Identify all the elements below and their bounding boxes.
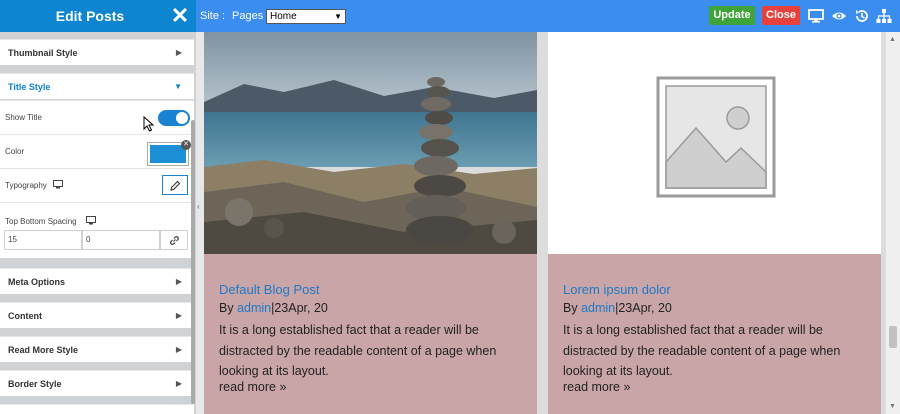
post-meta: By admin|23Apr, 20 xyxy=(563,301,672,315)
section-label: Border Style xyxy=(8,379,62,389)
placeholder-image-icon xyxy=(656,76,776,198)
section-meta-options[interactable]: Meta Options ▶ xyxy=(0,268,194,294)
post-date: |23Apr, 20 xyxy=(615,301,672,315)
panel-header: Edit Posts ✕ xyxy=(0,0,196,32)
post-author-link[interactable]: admin xyxy=(237,301,271,315)
section-read-more-style[interactable]: Read More Style ▶ xyxy=(0,336,194,362)
post-card: Lorem ipsum dolor By admin|23Apr, 20 It … xyxy=(548,32,881,414)
color-row: Color ✕ xyxy=(0,134,194,168)
spacing-label: Top Bottom Spacing xyxy=(5,217,77,226)
edit-panel: Thumbnail Style ▶ Title Style ▼ Show Tit… xyxy=(0,32,196,414)
section-border-style[interactable]: Border Style ▶ xyxy=(0,370,194,396)
site-label: Site : xyxy=(200,10,226,22)
post-title-link[interactable]: Lorem ipsum dolor xyxy=(563,282,671,297)
post-body: Default Blog Post By admin|23Apr, 20 It … xyxy=(204,254,537,414)
desktop-icon[interactable] xyxy=(808,8,824,24)
sitemap-icon[interactable] xyxy=(876,8,892,24)
link-values-button[interactable] xyxy=(160,230,188,250)
post-excerpt: It is a long established fact that a rea… xyxy=(219,323,497,378)
page-scrollbar[interactable]: ▲ ▼ xyxy=(886,32,900,414)
section-content[interactable]: Content ▶ xyxy=(0,302,194,328)
page-preview: Default Blog Post By admin|23Apr, 20 It … xyxy=(204,32,888,414)
mouse-cursor-icon xyxy=(143,116,155,132)
spacing-row: Top Bottom Spacing 15 0 xyxy=(0,202,194,258)
toggle-knob xyxy=(176,112,188,124)
scroll-up-icon[interactable]: ▲ xyxy=(889,36,896,43)
typography-edit-button[interactable] xyxy=(162,175,188,195)
eye-icon[interactable] xyxy=(831,8,847,24)
scrollbar-thumb[interactable] xyxy=(889,326,897,348)
title-style-body: Show Title Color ✕ Typography Top Bottom… xyxy=(0,100,194,258)
close-button[interactable]: Close xyxy=(762,6,800,25)
spacing-top-input[interactable]: 15 xyxy=(4,230,82,250)
show-title-label: Show Title xyxy=(5,113,42,122)
color-label: Color xyxy=(5,147,25,156)
panel-title: Edit Posts xyxy=(55,8,125,24)
read-more-link[interactable]: read more » xyxy=(563,380,630,394)
post-image-landscape[interactable] xyxy=(204,32,537,254)
spacing-bottom-input[interactable]: 0 xyxy=(82,230,160,250)
chevron-right-icon: ▶ xyxy=(175,48,182,57)
panel-scrollbar[interactable] xyxy=(191,120,195,404)
section-thumbnail-style[interactable]: Thumbnail Style ▶ xyxy=(0,39,194,65)
section-label: Title Style xyxy=(8,82,51,92)
chevron-down-icon: ▼ xyxy=(174,82,182,91)
spacing-inputs: 15 0 xyxy=(4,230,188,250)
chevron-right-icon: ▶ xyxy=(175,379,182,388)
post-body: Lorem ipsum dolor By admin|23Apr, 20 It … xyxy=(548,254,881,414)
chevron-right-icon: ▶ xyxy=(175,311,182,320)
post-date: |23Apr, 20 xyxy=(271,301,328,315)
clear-color-icon[interactable]: ✕ xyxy=(181,140,191,150)
scroll-down-icon[interactable]: ▼ xyxy=(889,403,896,410)
section-label: Content xyxy=(8,311,42,321)
show-title-row: Show Title xyxy=(0,100,194,134)
typography-row: Typography xyxy=(0,168,194,202)
section-label: Meta Options xyxy=(8,277,66,287)
meta-by: By xyxy=(563,301,582,315)
chevron-left-icon: ‹ xyxy=(197,202,200,211)
panel-collapse-handle[interactable]: ‹ xyxy=(196,32,204,414)
pages-select-value: Home xyxy=(270,11,297,22)
post-meta: By admin|23Apr, 20 xyxy=(219,301,328,315)
post-image-placeholder[interactable] xyxy=(548,32,881,254)
post-card: Default Blog Post By admin|23Apr, 20 It … xyxy=(204,32,537,414)
section-more[interactable] xyxy=(0,404,194,414)
section-title-style[interactable]: Title Style ▼ xyxy=(0,73,194,99)
chevron-right-icon: ▶ xyxy=(175,277,182,286)
meta-by: By xyxy=(219,301,238,315)
chevron-down-icon: ▼ xyxy=(334,12,342,21)
link-icon xyxy=(170,236,179,245)
update-button[interactable]: Update xyxy=(709,6,755,25)
landscape-image xyxy=(204,32,537,254)
read-more-link[interactable]: read more » xyxy=(219,380,286,394)
close-panel-icon[interactable]: ✕ xyxy=(168,4,192,28)
section-label: Thumbnail Style xyxy=(8,48,78,58)
pencil-icon xyxy=(170,180,181,191)
show-title-toggle[interactable] xyxy=(158,110,190,126)
desktop-icon xyxy=(86,216,96,225)
history-icon[interactable] xyxy=(854,8,870,24)
post-excerpt: It is a long established fact that a rea… xyxy=(563,323,841,378)
desktop-icon xyxy=(53,180,63,189)
color-swatch[interactable]: ✕ xyxy=(147,140,191,166)
post-author-link[interactable]: admin xyxy=(581,301,615,315)
color-fill xyxy=(150,145,186,163)
section-label: Read More Style xyxy=(8,345,79,355)
pages-select[interactable]: Home ▼ xyxy=(266,9,346,24)
post-title-link[interactable]: Default Blog Post xyxy=(219,282,319,297)
chevron-right-icon: ▶ xyxy=(175,345,182,354)
pages-label: Pages : xyxy=(232,10,270,22)
typography-label: Typography xyxy=(5,181,47,190)
